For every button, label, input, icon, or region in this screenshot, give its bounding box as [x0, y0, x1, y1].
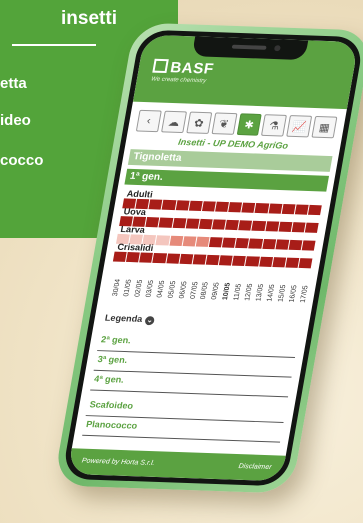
legend-label: Legenda	[104, 312, 144, 324]
promo-item-scafoideo: ideo	[0, 112, 31, 129]
weather-icon[interactable]: ☁	[160, 110, 187, 134]
heat-cell	[228, 202, 243, 213]
heat-cell	[185, 218, 200, 229]
heat-cell	[241, 202, 256, 213]
grid-icon[interactable]: ▦	[311, 115, 338, 139]
heat-cell	[301, 240, 316, 251]
heat-cell	[294, 204, 309, 215]
leaf-icon[interactable]: ❦	[211, 112, 238, 135]
heat-cell	[179, 253, 194, 265]
heat-cell	[268, 203, 283, 214]
heat-cell	[152, 252, 167, 264]
heat-cell	[169, 235, 184, 246]
heat-cell	[225, 219, 240, 231]
heat-cell	[211, 219, 226, 230]
chevron-down-icon[interactable]: ⌄	[144, 316, 155, 326]
heat-cell	[155, 235, 170, 246]
heat-cell	[172, 217, 187, 229]
basf-logo: BASF	[152, 58, 216, 78]
heat-cell	[158, 217, 173, 228]
heat-cell	[275, 239, 290, 250]
heat-cell	[281, 203, 296, 215]
heat-cell	[182, 236, 197, 247]
heat-cell	[272, 257, 287, 268]
heat-cell	[258, 256, 273, 267]
phone-notch	[191, 36, 309, 61]
disclaimer-link[interactable]: Disclaimer	[238, 463, 272, 471]
heat-cell	[201, 201, 216, 212]
heat-cell	[126, 252, 141, 263]
heat-cell	[304, 222, 319, 233]
brand-name: BASF	[168, 59, 216, 78]
heat-cell	[215, 201, 230, 212]
heat-cell	[218, 255, 233, 266]
heat-cell	[307, 204, 322, 216]
vine-icon[interactable]: ✿	[186, 111, 212, 134]
basf-logo-mark-icon	[152, 58, 169, 74]
heat-cell	[232, 255, 247, 267]
heat-cell	[192, 254, 207, 265]
front-camera	[273, 45, 281, 52]
panel-title[interactable]: Tignoletta	[127, 149, 333, 172]
lab-flask-icon[interactable]: ⚗	[261, 114, 288, 137]
heat-cell	[198, 218, 213, 230]
heat-cell	[235, 238, 250, 249]
date-axis: 30/04 01/05 02/05 03/05 04/05 05/05 06/05 07/05…	[106, 261, 311, 309]
heat-cell	[195, 236, 210, 247]
toolbar: ‹ ☁ ✿ ❦ ✱ ⚗ 📈 ▦	[135, 109, 338, 139]
heat-cell	[278, 221, 293, 232]
heat-cell	[248, 238, 263, 249]
heat-cell	[288, 239, 303, 251]
heat-cell	[222, 237, 237, 248]
heat-cell	[254, 203, 269, 214]
heat-cell	[291, 222, 306, 233]
insect-icon[interactable]: ✱	[236, 113, 263, 136]
legend-toggle[interactable]: Legenda ⌄	[104, 313, 155, 326]
heat-cell	[145, 217, 160, 228]
heat-cell	[188, 200, 203, 212]
footer-credit: Powered by Horta S.r.l.	[81, 457, 156, 467]
heat-cell	[298, 258, 313, 269]
heat-cell	[285, 257, 300, 268]
heat-cell	[175, 200, 190, 211]
heat-cell	[205, 254, 220, 266]
heat-cell	[139, 252, 154, 263]
stage-heat-row	[122, 198, 322, 216]
stage-heat-row	[119, 216, 319, 233]
chart-icon[interactable]: 📈	[286, 115, 313, 138]
heat-cell	[165, 253, 180, 264]
back-arrow-icon[interactable]: ‹	[135, 109, 162, 133]
heat-cell	[112, 251, 127, 262]
heat-cell	[265, 221, 280, 232]
heat-cell	[251, 220, 266, 232]
heat-cell	[148, 199, 163, 210]
heat-cell	[162, 199, 177, 211]
heat-cell	[208, 237, 223, 248]
promo-divider	[12, 44, 96, 46]
heat-cell	[238, 220, 253, 231]
brand-tagline: We create chemistry	[150, 76, 207, 85]
insect-row[interactable]: Planococco	[82, 419, 283, 443]
speaker-grille	[231, 44, 267, 50]
date-tick-label: 17/05	[299, 285, 310, 303]
promo-item-planococco: cocco	[0, 152, 44, 169]
heat-cell	[245, 256, 260, 267]
promo-item-tignoletta: etta	[0, 75, 27, 92]
generation-row[interactable]: 4ª gen.	[90, 373, 291, 398]
heat-cell	[261, 238, 276, 250]
generation-header[interactable]: 1ª gen.	[124, 168, 330, 192]
